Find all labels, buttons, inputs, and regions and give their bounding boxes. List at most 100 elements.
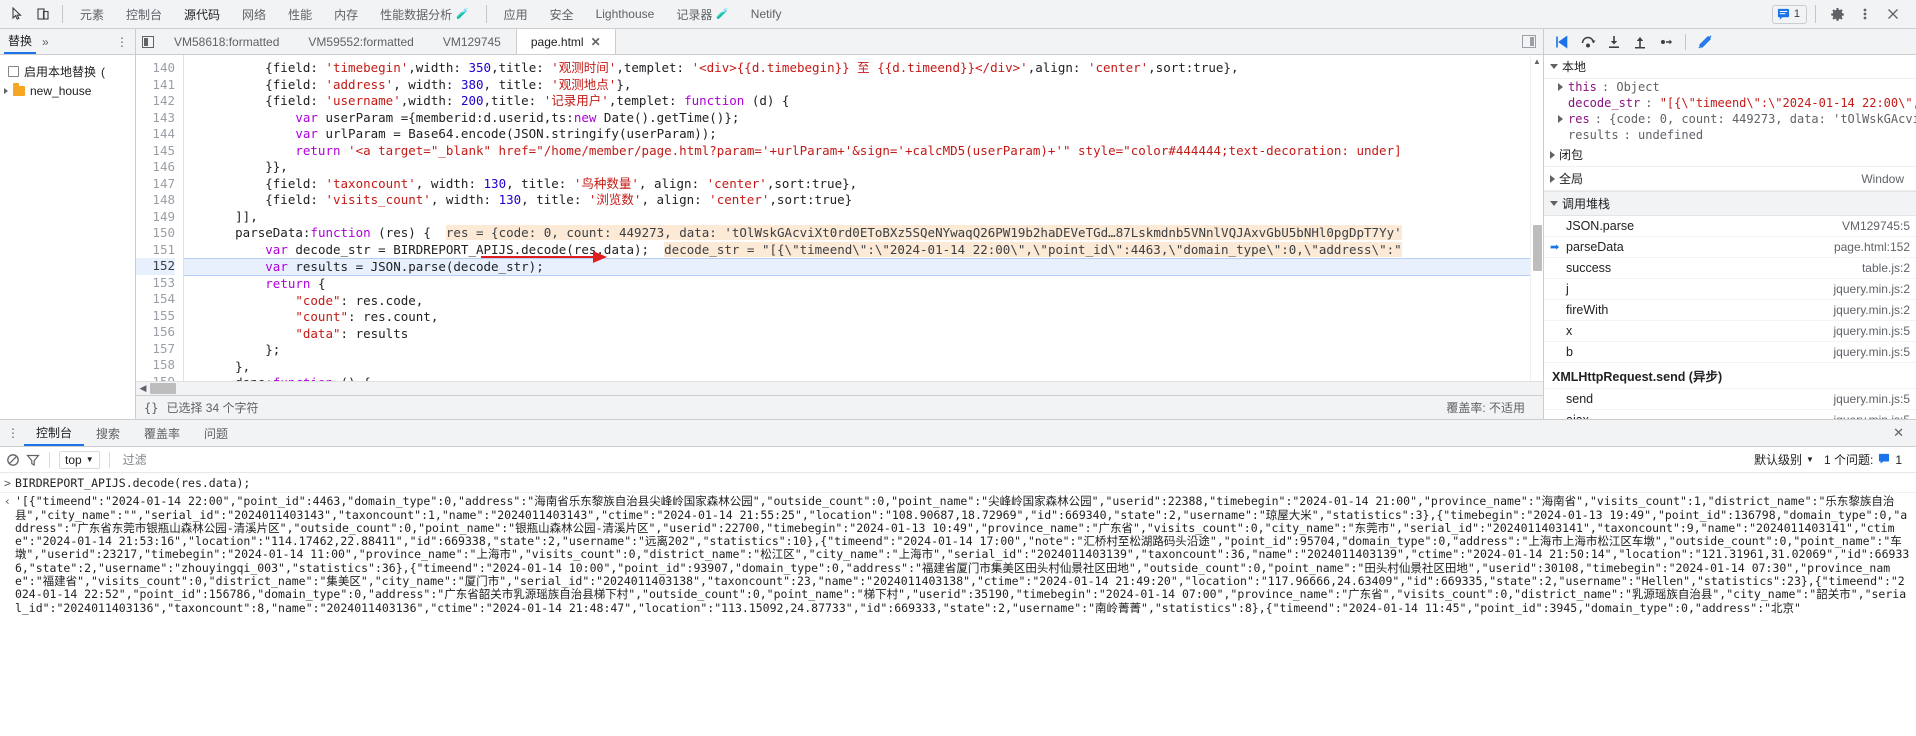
step-into-icon[interactable] — [1602, 31, 1626, 53]
pretty-print-icon[interactable]: {} — [144, 401, 158, 415]
execution-context-select[interactable]: top ▼ — [59, 450, 100, 469]
gear-icon[interactable] — [1824, 2, 1850, 26]
chevron-right-icon[interactable] — [1550, 150, 1555, 159]
tab-elements[interactable]: 元素 — [69, 0, 115, 28]
code-line[interactable]: var urlParam = Base64.encode(JSON.string… — [184, 126, 1530, 143]
code-line[interactable]: var userParam ={memberid:d.userid,ts:new… — [184, 110, 1530, 127]
chevron-right-icon[interactable] — [1550, 174, 1555, 183]
tab-performance-insights[interactable]: 性能数据分析 🧪 — [369, 0, 479, 28]
line-number[interactable]: 140 — [136, 60, 175, 77]
step-out-icon[interactable] — [1628, 31, 1652, 53]
log-level-select[interactable]: 默认级别 ▼ — [1754, 451, 1814, 468]
editor-tab-page-html[interactable]: page.html ✕ — [515, 29, 616, 54]
line-number[interactable]: 151 — [136, 242, 175, 259]
code-line[interactable]: var decode_str = BIRDREPORT_APIJS.decode… — [184, 241, 1530, 259]
line-number[interactable]: 149 — [136, 209, 175, 226]
code-line[interactable]: "count": res.count, — [184, 309, 1530, 326]
drawer-tab-coverage[interactable]: 覆盖率 — [132, 420, 192, 446]
scope-row-res[interactable]: res : {code: 0, count: 449273, data: 'tO… — [1544, 111, 1916, 127]
code-line[interactable]: return { — [184, 276, 1530, 293]
scope-section-header[interactable]: 本地 — [1544, 55, 1916, 79]
code-line[interactable]: "code": res.code, — [184, 293, 1530, 310]
callstack-source-location[interactable]: jquery.min.js:2 — [1834, 282, 1910, 296]
tab-recorder[interactable]: 记录器 🧪 — [665, 0, 739, 28]
chevron-down-icon[interactable] — [1550, 201, 1558, 206]
close-icon[interactable] — [1880, 2, 1906, 26]
tab-lighthouse[interactable]: Lighthouse — [585, 0, 666, 28]
line-number[interactable]: 141 — [136, 77, 175, 94]
step-icon[interactable] — [1654, 31, 1678, 53]
scope-section-global[interactable]: 全局 Window — [1544, 167, 1916, 191]
editor-horizontal-scrollbar[interactable]: ◀ — [136, 381, 1543, 395]
kebab-menu-icon[interactable] — [1852, 2, 1878, 26]
chevron-right-icon[interactable] — [1558, 83, 1563, 91]
editor-tab-vm129745[interactable]: VM129745 — [429, 29, 516, 54]
scrollbar-thumb-horizontal[interactable] — [150, 383, 176, 394]
line-number[interactable]: 152 — [136, 258, 175, 275]
navigator-more-icon[interactable]: ⋮ — [116, 35, 131, 49]
callstack-row[interactable]: XMLHttpRequest.send (异步) — [1544, 363, 1916, 389]
clear-console-icon[interactable] — [6, 453, 20, 467]
close-icon[interactable]: ✕ — [1883, 425, 1914, 441]
callstack-source-location[interactable]: jquery.min.js:5 — [1834, 345, 1910, 359]
console-result-value[interactable]: '[{"timeend":"2024-01-14 22:00","point_i… — [15, 495, 1910, 615]
scope-row-results[interactable]: results : undefined — [1544, 127, 1916, 143]
scope-section-closure[interactable]: 闭包 — [1544, 143, 1916, 167]
callstack-row[interactable]: send jquery.min.js:5 — [1544, 389, 1916, 410]
console-input-row[interactable]: > BIRDREPORT_APIJS.decode(res.data); — [0, 473, 1916, 494]
chevron-down-icon[interactable] — [1550, 64, 1558, 69]
drawer-tab-search[interactable]: 搜索 — [84, 420, 132, 446]
callstack-source-location[interactable]: table.js:2 — [1862, 261, 1910, 275]
callstack-row[interactable]: fireWith jquery.min.js:2 — [1544, 300, 1916, 321]
issues-chip[interactable]: 1 个问题: 1 — [1824, 451, 1902, 468]
inspect-icon[interactable] — [4, 2, 30, 26]
console-output[interactable]: > BIRDREPORT_APIJS.decode(res.data); ‹ '… — [0, 473, 1916, 736]
console-filter-input[interactable]: 过滤 — [119, 451, 147, 468]
line-number[interactable]: 145 — [136, 143, 175, 160]
navigator-tab-overrides[interactable]: 替换 — [4, 29, 37, 54]
line-number[interactable]: 142 — [136, 93, 175, 110]
code-line[interactable]: {field: 'address', width: 380, title: '观… — [184, 77, 1530, 94]
code-line[interactable]: return '<a target="_blank" href="/home/m… — [184, 143, 1530, 160]
toggle-navigator-icon[interactable] — [136, 29, 160, 54]
code-line[interactable]: {field: 'taxoncount', width: 130, title:… — [184, 176, 1530, 193]
line-number[interactable]: 144 — [136, 126, 175, 143]
callstack-section-header[interactable]: 调用堆栈 — [1544, 191, 1916, 216]
tab-netify[interactable]: Netify — [740, 0, 793, 28]
code-line[interactable]: ]], — [184, 209, 1530, 226]
callstack-source-location[interactable]: page.html:152 — [1834, 240, 1910, 254]
callstack-row[interactable]: ➡ parseData page.html:152 — [1544, 237, 1916, 258]
line-number[interactable]: 146 — [136, 159, 175, 176]
line-number[interactable]: 148 — [136, 192, 175, 209]
code-line[interactable]: {field: 'timebegin',width: 350,title: '观… — [184, 60, 1530, 77]
callstack-source-location[interactable]: jquery.min.js:5 — [1834, 413, 1910, 419]
tab-network[interactable]: 网络 — [231, 0, 277, 28]
drawer-tab-console[interactable]: 控制台 — [24, 420, 85, 446]
code-line[interactable]: }}, — [184, 159, 1530, 176]
tab-sources[interactable]: 源代码 — [173, 0, 231, 28]
enable-local-overrides-checkbox[interactable] — [8, 66, 19, 77]
editor-tab-vm59552[interactable]: VM59552:formatted — [294, 29, 428, 54]
tab-console[interactable]: 控制台 — [115, 0, 173, 28]
message-count-badge[interactable]: 1 — [1771, 4, 1807, 24]
code-editor[interactable]: 140 141 142 143 144 145 146 147 148 149 150 151 152 1… — [136, 55, 1543, 381]
line-number[interactable]: 158 — [136, 357, 175, 374]
tab-application[interactable]: 应用 — [493, 0, 539, 28]
scope-row-decode-str[interactable]: decode_str : "[{\"timeend\":\"2024-01-14… — [1544, 95, 1916, 111]
callstack-row[interactable]: j jquery.min.js:2 — [1544, 279, 1916, 300]
callstack-source-location[interactable]: jquery.min.js:5 — [1834, 392, 1910, 406]
chevron-right-icon[interactable]: » — [36, 35, 55, 49]
line-number[interactable]: 155 — [136, 308, 175, 325]
close-icon[interactable]: ✕ — [591, 35, 601, 49]
line-number[interactable]: 156 — [136, 324, 175, 341]
editor-tab-vm58618[interactable]: VM58618:formatted — [160, 29, 294, 54]
toggle-debugger-sidebar-icon[interactable] — [1515, 29, 1543, 54]
code-line[interactable]: }; — [184, 342, 1530, 359]
callstack-row[interactable]: JSON.parse VM129745:5 — [1544, 216, 1916, 237]
scroll-up-icon[interactable]: ▲ — [1531, 57, 1543, 66]
code-content[interactable]: {field: 'timebegin',width: 350,title: '观… — [184, 55, 1530, 381]
chevron-right-icon[interactable] — [4, 88, 8, 94]
scrollbar-thumb[interactable] — [1533, 225, 1542, 271]
callstack-row[interactable]: b jquery.min.js:5 — [1544, 342, 1916, 363]
callstack-source-location[interactable]: jquery.min.js:5 — [1834, 324, 1910, 338]
